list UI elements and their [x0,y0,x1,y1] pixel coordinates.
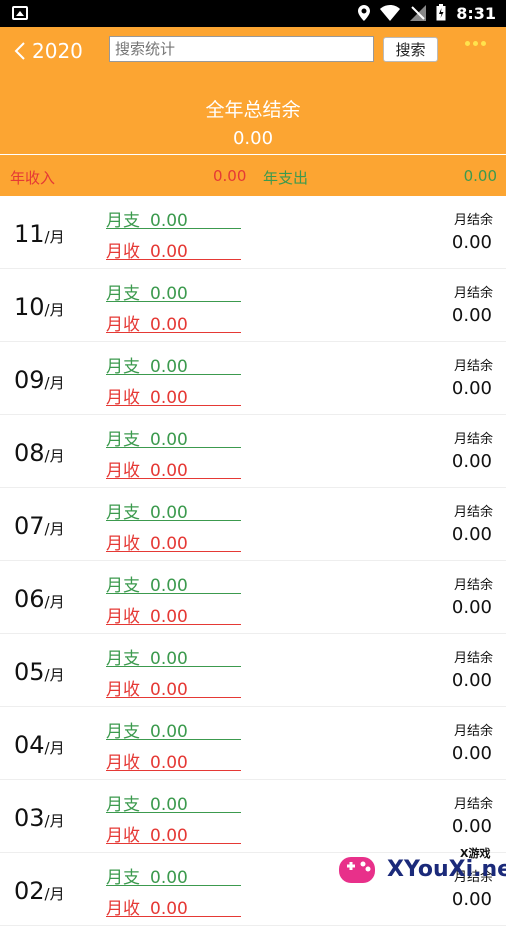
summary-title: 全年总结余 [205,99,301,121]
month-expense: 月支 0.00 [106,352,241,377]
month-income: 月收 0.00 [106,821,241,846]
balance-label: 月结余 [453,651,493,666]
balance-value: 0.00 [451,305,492,326]
month-number: 09/月 [14,366,65,394]
balance-value: 0.00 [451,670,492,691]
month-number: 02/月 [14,877,65,905]
year-expense-value: 0.00 [463,167,497,185]
balance-value: 0.00 [451,743,492,764]
balance-value: 0.00 [451,451,492,472]
month-row[interactable]: 05/月 月支 0.00 月收 0.00 月结余 0.00 [0,634,506,707]
year-income-label: 年收入 [10,169,56,187]
month-income: 月收 0.00 [106,602,241,627]
balance-value: 0.00 [451,597,492,618]
balance-label: 月结余 [453,578,493,593]
search-button[interactable]: 搜索 [383,37,438,62]
header-divider [0,154,506,155]
gamepad-logo-icon [339,857,375,883]
balance-value: 0.00 [451,378,492,399]
balance-label: 月结余 [453,359,493,374]
month-income: 月收 0.00 [106,383,241,408]
month-number: 07/月 [14,512,65,540]
year-income-value: 0.00 [213,167,247,185]
month-row[interactable]: 07/月 月支 0.00 月收 0.00 月结余 0.00 [0,488,506,561]
watermark: X游戏 XYouXi.net [333,843,506,895]
month-income: 月收 0.00 [106,748,241,773]
month-row[interactable]: 04/月 月支 0.00 月收 0.00 月结余 0.00 [0,707,506,780]
chevron-left-icon [14,42,25,60]
month-number: 03/月 [14,804,65,832]
balance-value: 0.00 [451,524,492,545]
wifi-icon [380,4,400,21]
month-income: 月收 0.00 [106,894,241,919]
month-expense: 月支 0.00 [106,644,241,669]
watermark-text: XYouXi.net [387,857,506,882]
header: 2020 搜索 全年总结余 0.00 年收入 0.00 年支出 0.00 [0,27,506,196]
month-row[interactable]: 09/月 月支 0.00 月收 0.00 月结余 0.00 [0,342,506,415]
balance-label: 月结余 [453,505,493,520]
month-expense: 月支 0.00 [106,790,241,815]
year-label: 2020 [32,39,83,63]
month-income: 月收 0.00 [106,456,241,481]
month-income: 月收 0.00 [106,675,241,700]
status-time: 8:31 [456,4,496,23]
month-row[interactable]: 10/月 月支 0.00 月收 0.00 月结余 0.00 [0,269,506,342]
month-row[interactable]: 08/月 月支 0.00 月收 0.00 月结余 0.00 [0,415,506,488]
summary-value: 0.00 [232,128,274,149]
signal-icon [410,4,426,21]
month-number: 10/月 [14,293,65,321]
month-list: 11/月 月支 0.00 月收 0.00 月结余 0.00 10/月 月支 0.00 … [0,196,506,926]
balance-label: 月结余 [453,432,493,447]
gallery-notification-icon [12,6,28,20]
month-expense: 月支 0.00 [106,206,241,231]
balance-label: 月结余 [453,286,493,301]
balance-label: 月结余 [453,724,493,739]
month-row[interactable]: 06/月 月支 0.00 月收 0.00 月结余 0.00 [0,561,506,634]
more-icon[interactable] [465,41,486,46]
month-expense: 月支 0.00 [106,279,241,304]
month-expense: 月支 0.00 [106,863,241,888]
back-button[interactable]: 2020 [14,39,83,63]
month-expense: 月支 0.00 [106,717,241,742]
status-bar: 8:31 [0,0,506,27]
balance-value: 0.00 [451,232,492,253]
battery-icon [436,4,446,21]
search-input[interactable] [109,36,374,62]
month-income: 月收 0.00 [106,310,241,335]
month-expense: 月支 0.00 [106,425,241,450]
month-row[interactable]: 11/月 月支 0.00 月收 0.00 月结余 0.00 [0,196,506,269]
balance-label: 月结余 [453,797,493,812]
year-expense-label: 年支出 [263,169,309,187]
month-expense: 月支 0.00 [106,571,241,596]
month-income: 月收 0.00 [106,237,241,262]
balance-label: 月结余 [453,213,493,228]
month-number: 06/月 [14,585,65,613]
month-income: 月收 0.00 [106,529,241,554]
month-number: 11/月 [14,220,65,248]
balance-value: 0.00 [451,816,492,837]
month-number: 04/月 [14,731,65,759]
month-number: 05/月 [14,658,65,686]
location-icon [358,4,370,21]
month-number: 08/月 [14,439,65,467]
month-expense: 月支 0.00 [106,498,241,523]
